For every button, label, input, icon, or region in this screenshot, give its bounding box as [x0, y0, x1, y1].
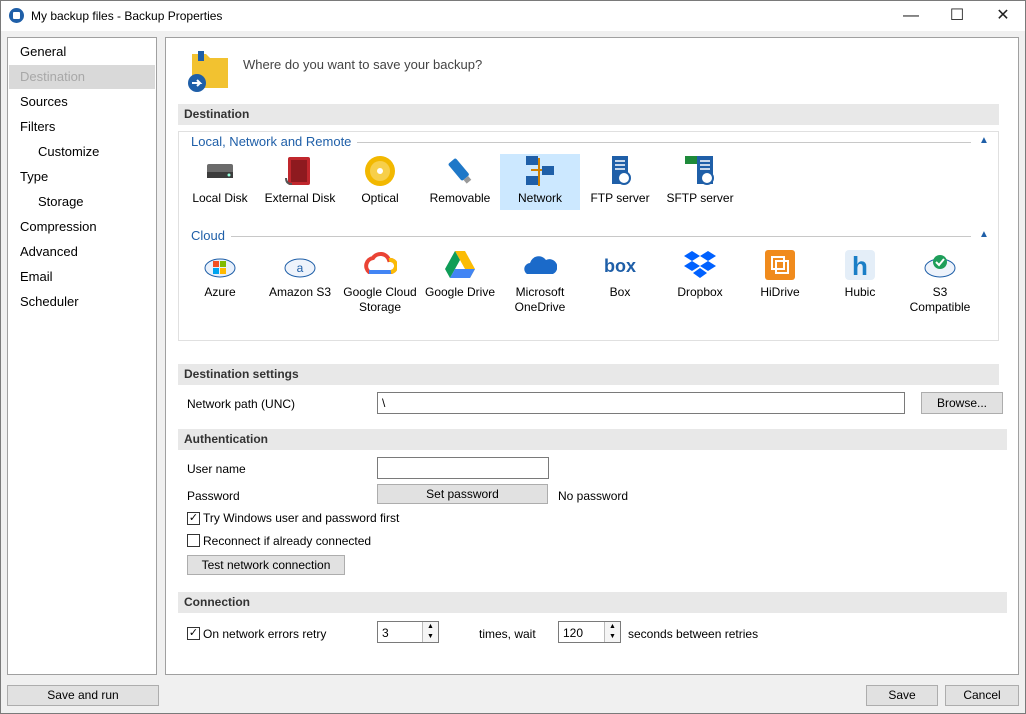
tile-sftp-server[interactable]: SFTP server: [660, 154, 740, 210]
optical-disc-icon: [365, 156, 395, 186]
destination-panel: Where do you want to save your backup? D…: [165, 37, 1019, 675]
minimize-button[interactable]: —: [888, 0, 934, 31]
network-path-label: Network path (UNC): [187, 397, 296, 411]
reconnect-checkbox[interactable]: [187, 534, 200, 547]
external-disk-icon: [285, 157, 310, 185]
wait-up-icon[interactable]: ▲: [604, 622, 620, 632]
google-cloud-icon: [364, 252, 399, 274]
svg-text:box: box: [604, 256, 636, 276]
amazon-s3-icon: a: [284, 258, 316, 278]
tile-ftp-server[interactable]: FTP server: [580, 154, 660, 210]
nav-item-filters[interactable]: Filters: [9, 115, 155, 139]
user-name-input[interactable]: [377, 457, 549, 479]
collapse-cloud-icon[interactable]: ▲: [979, 229, 989, 240]
retry-up-icon[interactable]: ▲: [422, 622, 438, 632]
save-button[interactable]: Save: [866, 685, 938, 706]
try-windows-checkbox[interactable]: ✓: [187, 512, 200, 525]
tile-dropbox[interactable]: Dropbox: [660, 248, 740, 318]
try-windows-label[interactable]: Try Windows user and password first: [203, 511, 399, 525]
maximize-button[interactable]: ☐: [934, 0, 980, 31]
azure-icon: [204, 258, 236, 278]
browse-button[interactable]: Browse...: [921, 392, 1003, 414]
tile-s3-compatible[interactable]: S3 Compatible: [900, 248, 980, 318]
tile-azure[interactable]: Azure: [180, 248, 260, 318]
group-label-local: Local, Network and Remote: [191, 134, 358, 149]
section-authentication: Authentication: [178, 429, 1007, 450]
hidrive-icon: [765, 250, 795, 280]
tile-onedrive[interactable]: Microsoft OneDrive: [500, 248, 580, 318]
network-icon: [526, 156, 554, 186]
nav-item-scheduler[interactable]: Scheduler: [9, 290, 155, 314]
destination-question: Where do you want to save your backup?: [243, 57, 483, 72]
group-divider: [191, 236, 971, 237]
nav-item-advanced[interactable]: Advanced: [9, 240, 155, 264]
wait-seconds-value[interactable]: 120: [563, 626, 583, 640]
tile-removable[interactable]: Removable: [420, 154, 500, 210]
folder-network-icon: [188, 51, 228, 92]
svg-text:h: h: [852, 251, 868, 281]
google-drive-icon: [445, 251, 475, 278]
nav-item-email[interactable]: Email: [9, 265, 155, 289]
retry-checkbox[interactable]: ✓: [187, 627, 200, 640]
usb-drive-icon: [448, 158, 472, 184]
nav-item-general[interactable]: General: [9, 40, 155, 64]
retry-down-icon[interactable]: ▼: [422, 632, 438, 642]
test-connection-button[interactable]: Test network connection: [187, 555, 345, 575]
dropbox-icon: [684, 251, 716, 278]
tile-amazon-s3[interactable]: a Amazon S3: [260, 248, 340, 318]
nav-item-destination[interactable]: Destination: [9, 65, 155, 89]
nav-item-type[interactable]: Type: [9, 165, 155, 189]
tile-google-drive[interactable]: Google Drive: [420, 248, 500, 318]
wait-down-icon[interactable]: ▼: [604, 632, 620, 642]
tile-box[interactable]: box Box: [580, 248, 660, 318]
section-connection: Connection: [178, 592, 1007, 613]
nav-item-customize[interactable]: Customize: [9, 140, 155, 164]
nav-item-compression[interactable]: Compression: [9, 215, 155, 239]
tile-external-disk[interactable]: External Disk: [260, 154, 340, 210]
password-label: Password: [187, 489, 240, 503]
tile-google-cloud-storage[interactable]: Google Cloud Storage: [340, 248, 420, 318]
times-wait-label: times, wait: [479, 627, 536, 641]
section-destination-settings: Destination settings: [178, 364, 999, 385]
group-label-cloud: Cloud: [191, 228, 231, 243]
app-icon: [9, 8, 24, 23]
local-disk-icon: [207, 164, 233, 178]
title-bar: My backup files - Backup Properties — ☐ …: [0, 0, 1026, 31]
collapse-local-icon[interactable]: ▲: [979, 135, 989, 146]
reconnect-label[interactable]: Reconnect if already connected: [203, 534, 371, 548]
tile-hidrive[interactable]: HiDrive: [740, 248, 820, 318]
retry-label[interactable]: On network errors retry: [203, 627, 326, 641]
retry-count-value[interactable]: 3: [382, 626, 389, 640]
onedrive-icon: [524, 256, 558, 274]
wait-seconds-spinner[interactable]: 120 ▲ ▼: [558, 621, 621, 643]
s3-compatible-icon: [924, 255, 956, 278]
settings-nav: General Destination Sources Filters Cust…: [7, 37, 157, 675]
window-title: My backup files - Backup Properties: [31, 9, 223, 23]
tile-local-disk[interactable]: Local Disk: [180, 154, 260, 210]
box-icon: box: [604, 256, 636, 276]
set-password-button[interactable]: Set password: [377, 484, 548, 504]
sftp-server-icon: [685, 156, 714, 185]
nav-item-sources[interactable]: Sources: [9, 90, 155, 114]
tile-hubic[interactable]: h Hubic: [820, 248, 900, 318]
retry-count-spinner[interactable]: 3 ▲ ▼: [377, 621, 439, 643]
tile-network[interactable]: Network: [500, 154, 580, 210]
seconds-label: seconds between retries: [628, 627, 759, 641]
close-button[interactable]: ✕: [980, 0, 1026, 31]
nav-item-storage[interactable]: Storage: [9, 190, 155, 214]
user-name-label: User name: [187, 462, 246, 476]
network-path-input[interactable]: \: [377, 392, 905, 414]
cancel-button[interactable]: Cancel: [945, 685, 1019, 706]
hubic-icon: h: [845, 250, 875, 281]
password-status: No password: [558, 489, 629, 503]
svg-text:a: a: [297, 261, 304, 275]
save-and-run-button[interactable]: Save and run: [7, 685, 159, 706]
ftp-server-icon: [612, 156, 631, 185]
section-destination: Destination: [178, 104, 999, 125]
tile-optical[interactable]: Optical: [340, 154, 420, 210]
